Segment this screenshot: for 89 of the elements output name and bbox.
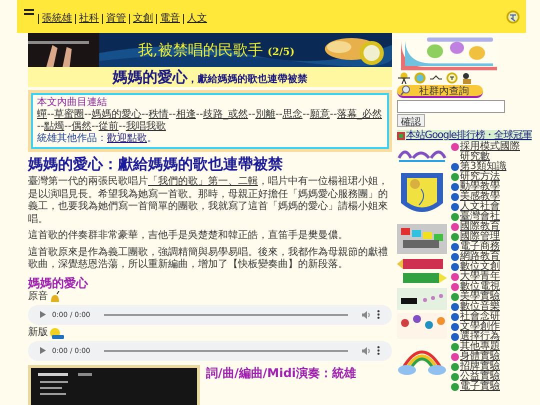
link-separator: -- (37, 121, 44, 133)
link-separator: -- (118, 121, 126, 132)
more-icon[interactable] (377, 346, 380, 355)
link-separator: -- (248, 109, 256, 121)
nav-link[interactable]: 電音 (156, 14, 183, 24)
album-link[interactable]: 「我們的歌」第一、二輯 (148, 176, 258, 187)
track-link[interactable]: 蟬 (37, 109, 47, 121)
person-icon[interactable] (461, 72, 473, 84)
link-separator: -- (91, 121, 99, 133)
topic-link[interactable]: 採用模式國際研究數 (460, 142, 522, 162)
link-separator: -- (330, 109, 337, 121)
topic-link[interactable]: 美學實驗 (460, 292, 522, 302)
track-link[interactable]: 歧路_或然 (203, 109, 248, 121)
track-link[interactable]: 從前 (98, 121, 119, 133)
search-button[interactable]: 社群內查詢 (397, 85, 483, 98)
track-link[interactable]: 草蜜圈 (54, 109, 84, 121)
topic-link[interactable]: 數位文創 (460, 262, 522, 272)
topic-link[interactable]: 美感教學 (460, 192, 522, 202)
song-credits: 詞/曲/編曲/Midi演奏：統雄 (206, 364, 356, 382)
link-separator: -- (302, 109, 310, 121)
topic-link[interactable]: 其他專題 (460, 342, 522, 352)
link-separator: -- (141, 109, 149, 120)
search-icon (400, 85, 411, 96)
track-link[interactable]: 媽媽的愛心 (91, 109, 142, 121)
version-label: 新版 (28, 326, 48, 338)
volume-icon[interactable] (362, 310, 371, 318)
paragraph: 這首歌原來是作為義工團歌，強調精簡與易學易唱。後來，我都作為母親節的獻禮歌曲，深覺慈恩浩蕩，所以重新編曲，增加了【快板變奏曲】的新段落。 (28, 246, 389, 272)
track-link[interactable]: 點燭 (44, 121, 64, 133)
topic-link[interactable]: 招牌實驗 (460, 362, 522, 372)
topic-link[interactable]: 臺灣會社 (460, 212, 522, 222)
topic-link[interactable]: 數位電視 (460, 282, 522, 292)
request-link[interactable]: 歡迎點歌 (107, 133, 147, 144)
link-separator: -- (47, 109, 54, 121)
play-icon[interactable] (40, 347, 46, 354)
topic-link[interactable]: 選擇行為 (460, 332, 522, 342)
play-icon[interactable] (40, 311, 46, 318)
nav-link[interactable]: 張統雄 (38, 14, 75, 24)
link-separator: -- (168, 109, 176, 121)
volume-icon[interactable] (362, 346, 371, 354)
topic-link[interactable]: 大學青年 (460, 272, 522, 282)
nav-link[interactable]: 資管 (102, 14, 129, 24)
link-separator: -- (64, 121, 72, 132)
ranking-link[interactable]: 本站Google排行榜・全球冠軍 (397, 130, 532, 141)
links-title: 本文內曲目連結 (37, 97, 108, 108)
link-separator: -- (84, 109, 92, 121)
more-icon[interactable] (377, 310, 380, 319)
topic-link[interactable]: 公益實驗 (460, 372, 522, 382)
song-title: 媽媽的愛心 (28, 276, 90, 290)
topic-link[interactable]: 國際教育 (460, 222, 522, 232)
topic-link[interactable]: 國際管理 (460, 232, 522, 242)
topic-link[interactable]: 文學創作 (460, 322, 522, 332)
round-logo-icon[interactable] (506, 10, 520, 24)
article-heading: 媽媽的愛心：獻給媽媽的歌也連帶被禁 (28, 155, 284, 174)
search-field[interactable] (397, 100, 505, 113)
menu-icon[interactable] (24, 8, 34, 16)
smiley-icon (49, 326, 65, 338)
topic-link[interactable]: 人文社會 (460, 202, 522, 212)
track-link[interactable]: 落幕_必然 (336, 109, 382, 121)
topic-link[interactable]: 數位音樂 (460, 302, 522, 312)
topic-link[interactable]: 動學教學 (460, 182, 522, 192)
track-link[interactable]: 願意 (310, 109, 330, 121)
banner-title: 我,被禁唱的民歌手 (2/5) (138, 41, 295, 60)
topic-link[interactable]: 網路教育 (460, 252, 522, 262)
track-link[interactable]: 相逢 (176, 109, 196, 121)
nav-link[interactable]: 人文 (183, 14, 210, 24)
track-link[interactable]: 秩情 (148, 109, 169, 121)
track-link[interactable]: 偶然 (71, 121, 92, 133)
nav-link[interactable]: 文創 (129, 14, 156, 24)
nav-link[interactable]: 社科 (75, 14, 102, 24)
link-separator: -- (275, 109, 283, 121)
topic-link[interactable]: 身體實驗 (460, 352, 522, 362)
topic-link[interactable]: 研究方法 (460, 172, 522, 182)
track-link[interactable]: 思念 (282, 109, 303, 121)
other-works-line: 統雄其他作品：歡迎點歌。 (37, 133, 158, 145)
track-link[interactable]: 別離 (255, 109, 276, 121)
track-link[interactable]: 我唱我歌 (126, 121, 166, 133)
confirm-button[interactable]: 確認 (397, 114, 425, 127)
paragraph: 這首歌的伴奏群非常豪華，吉他手是吳楚楚和韓正皓，直笛手是樊曼儂。 (28, 230, 349, 242)
paragraph: 臺灣第一代的兩張民歌唱片「我們的歌」第一、二輯，唱片中有一位楊祖珺小姐，是以演唱見長。希望我為她寫一首歌。那時，母親正好擔任「媽媽愛心服務團」的義工，也要我為她們寫一首簡單的團歌，我就寫了這首「媽媽的愛心」請楊小姐來唱。 (28, 176, 389, 226)
topic-link[interactable]: 電子商務 (460, 242, 522, 252)
version-label: 原音 (28, 290, 48, 302)
link-separator: -- (196, 109, 204, 121)
bell-icon (49, 290, 61, 302)
figure-icon[interactable] (397, 72, 411, 84)
letter-icon[interactable] (446, 72, 458, 84)
topic-link[interactable]: 電子實驗 (460, 382, 522, 392)
topic-link[interactable]: 社會念研 (460, 312, 522, 322)
topic-link[interactable]: 第3類知識 (460, 162, 522, 172)
article-subtitle: 媽媽的愛心，獻給媽媽的歌也連帶被禁 (112, 68, 308, 86)
